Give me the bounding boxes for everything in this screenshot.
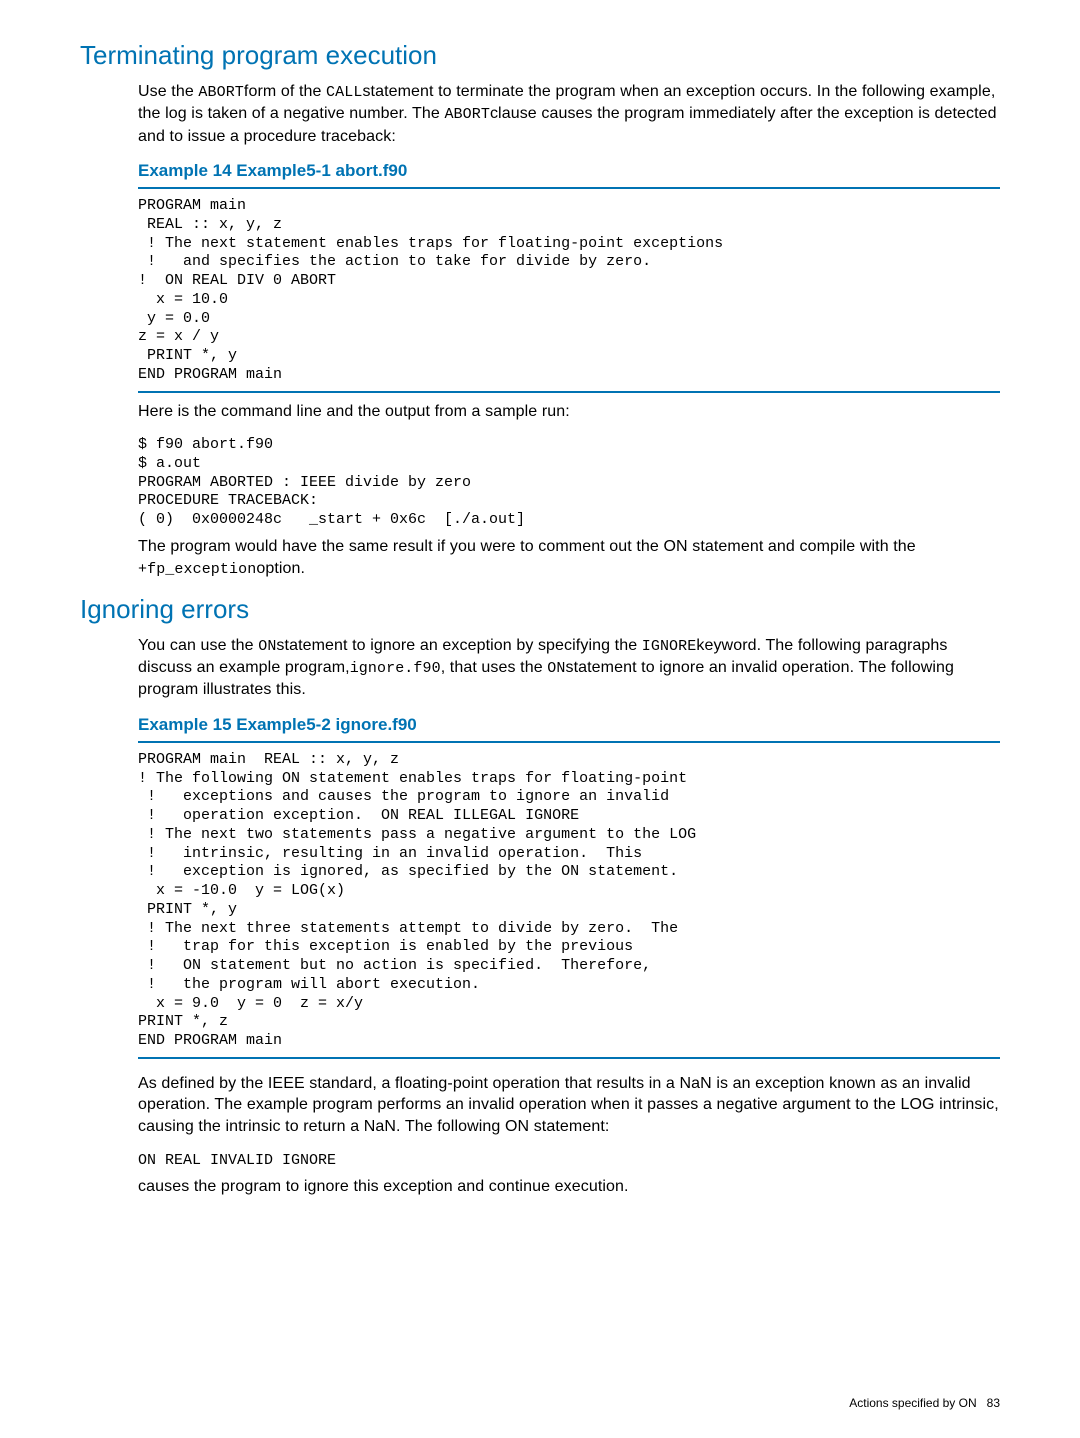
text: The program would have the same result i… (138, 538, 916, 555)
text: , that uses the (441, 659, 548, 676)
code-block-abort: PROGRAM main REAL :: x, y, z ! The next … (138, 197, 1000, 385)
heading-terminating: Terminating program execution (80, 40, 1000, 71)
page: Terminating program execution Use the AB… (0, 0, 1080, 1438)
text: statement to ignore an exception by spec… (276, 637, 641, 654)
inline-code: +fp_exception (138, 561, 256, 578)
footer-label: Actions specified by ON (849, 1396, 976, 1410)
rule (138, 741, 1000, 743)
rule (138, 187, 1000, 189)
page-footer: Actions specified by ON 83 (849, 1396, 1000, 1410)
code-block-on-invalid: ON REAL INVALID IGNORE (138, 1152, 1000, 1171)
section2-body: You can use the ONstatement to ignore an… (138, 635, 1000, 1198)
example14-title: Example 14 Example5-1 abort.f90 (138, 161, 1000, 181)
inline-code: ignore.f90 (350, 660, 441, 677)
inline-code: CALL (326, 84, 362, 101)
rule (138, 391, 1000, 393)
code-block-run-output: $ f90 abort.f90 $ a.out PROGRAM ABORTED … (138, 436, 1000, 530)
example15-title: Example 15 Example5-2 ignore.f90 (138, 715, 1000, 735)
para-s1-p2: Here is the command line and the output … (138, 401, 1000, 423)
inline-code: ON (547, 660, 565, 677)
text: form of the (244, 83, 326, 100)
footer-page-number: 83 (987, 1396, 1000, 1410)
inline-code: ABORT (198, 84, 244, 101)
text: You can use the (138, 637, 258, 654)
section1-body: Use the ABORTform of the CALLstatement t… (138, 81, 1000, 580)
rule (138, 1057, 1000, 1059)
para-s2-p2: As defined by the IEEE standard, a float… (138, 1073, 1000, 1138)
inline-code: ABORT (444, 106, 490, 123)
code-block-ignore: PROGRAM main REAL :: x, y, z ! The follo… (138, 751, 1000, 1051)
heading-ignoring: Ignoring errors (80, 594, 1000, 625)
para-s1-p3: The program would have the same result i… (138, 536, 1000, 580)
para-s2-p3: causes the program to ignore this except… (138, 1176, 1000, 1198)
inline-code: ON (258, 638, 276, 655)
inline-code: IGNORE (642, 638, 697, 655)
para-s1-p1: Use the ABORTform of the CALLstatement t… (138, 81, 1000, 147)
text: option. (256, 560, 305, 577)
text: Use the (138, 83, 198, 100)
para-s2-p1: You can use the ONstatement to ignore an… (138, 635, 1000, 701)
